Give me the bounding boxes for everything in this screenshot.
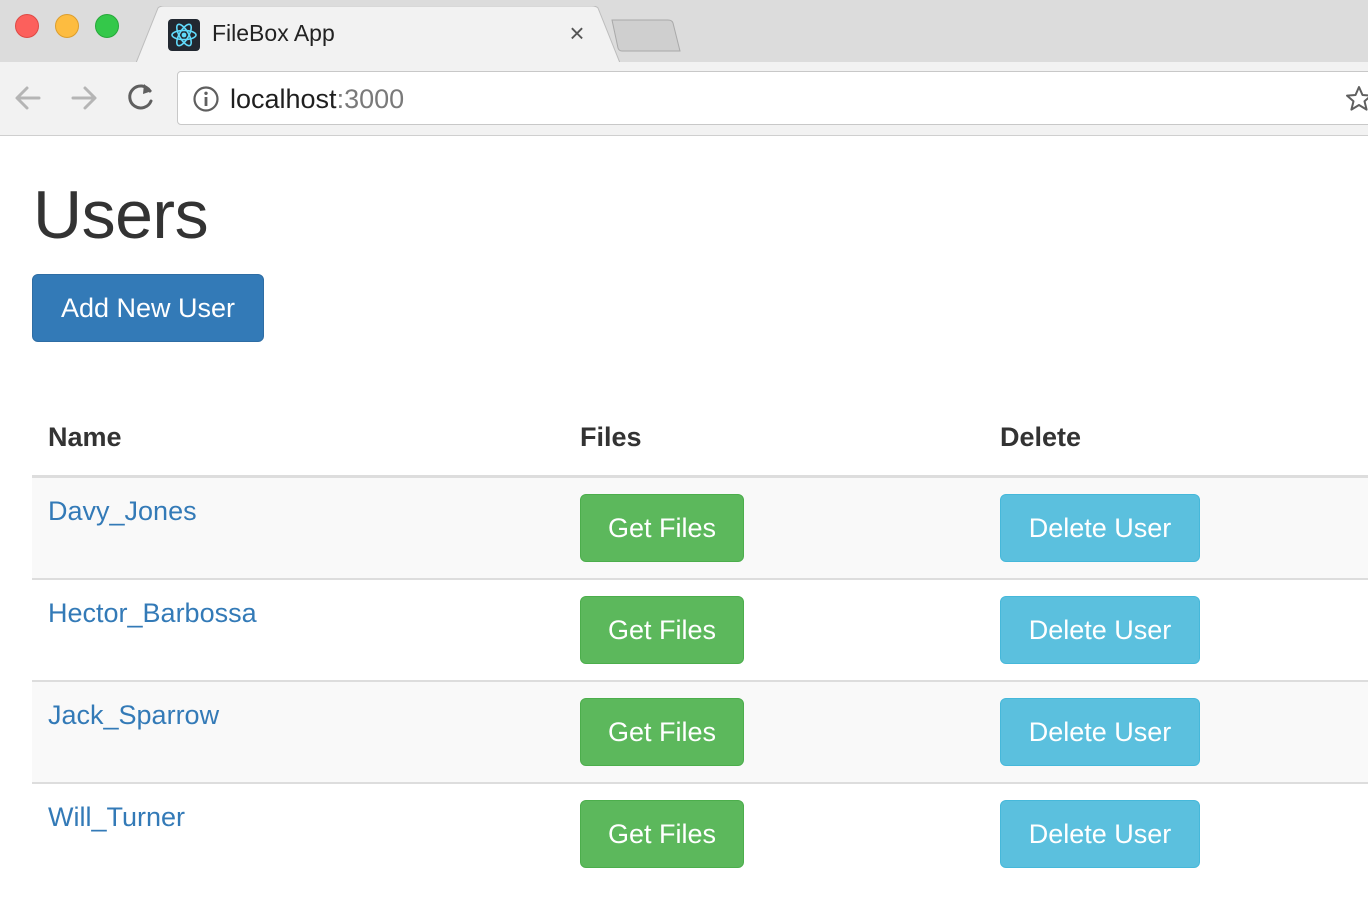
browser-toolbar: localhost:3000 [0, 62, 1368, 136]
info-icon[interactable] [192, 85, 220, 113]
maximize-window-button[interactable] [95, 14, 119, 38]
table-row: Will_Turner Get Files Delete User [32, 784, 1368, 886]
url-port: :3000 [336, 84, 405, 114]
address-bar[interactable]: localhost:3000 [177, 71, 1368, 125]
close-icon[interactable]: × [564, 20, 590, 46]
get-files-button[interactable]: Get Files [580, 494, 744, 562]
header-name: Name [48, 422, 122, 452]
users-table: Name Files Delete Davy_Jones Get Files D… [32, 400, 1368, 886]
page-title: Users [33, 177, 209, 253]
get-files-button[interactable]: Get Files [580, 800, 744, 868]
delete-user-button[interactable]: Delete User [1000, 698, 1200, 766]
user-link[interactable]: Will_Turner [48, 802, 185, 833]
star-icon[interactable] [1344, 84, 1368, 114]
tab-title: FileBox App [212, 20, 335, 46]
browser-titlebar: FileBox App × [0, 0, 1368, 63]
minimize-window-button[interactable] [55, 14, 79, 38]
tab-shape [136, 6, 620, 63]
user-link[interactable]: Jack_Sparrow [48, 700, 219, 731]
forward-arrow-icon[interactable] [66, 80, 102, 116]
delete-user-button[interactable]: Delete User [1000, 800, 1200, 868]
close-window-button[interactable] [15, 14, 39, 38]
table-row: Hector_Barbossa Get Files Delete User [32, 580, 1368, 682]
get-files-button[interactable]: Get Files [580, 698, 744, 766]
header-delete: Delete [1000, 422, 1082, 452]
back-arrow-icon[interactable] [10, 80, 46, 116]
new-tab-button[interactable] [610, 18, 682, 54]
table-row: Davy_Jones Get Files Delete User [32, 478, 1368, 580]
table-row: Jack_Sparrow Get Files Delete User [32, 682, 1368, 784]
reload-icon[interactable] [122, 80, 158, 116]
react-icon [168, 19, 200, 51]
delete-user-button[interactable]: Delete User [1000, 596, 1200, 664]
user-link[interactable]: Davy_Jones [48, 496, 197, 527]
user-link[interactable]: Hector_Barbossa [48, 598, 257, 629]
table-header: Name Files Delete [32, 400, 1368, 478]
header-files: Files [580, 422, 642, 452]
url-host: localhost [230, 84, 337, 114]
add-new-user-button[interactable]: Add New User [32, 274, 264, 342]
delete-user-button[interactable]: Delete User [1000, 494, 1200, 562]
url-text: localhost:3000 [230, 84, 404, 115]
get-files-button[interactable]: Get Files [580, 596, 744, 664]
browser-tab[interactable]: FileBox App × [136, 6, 620, 63]
